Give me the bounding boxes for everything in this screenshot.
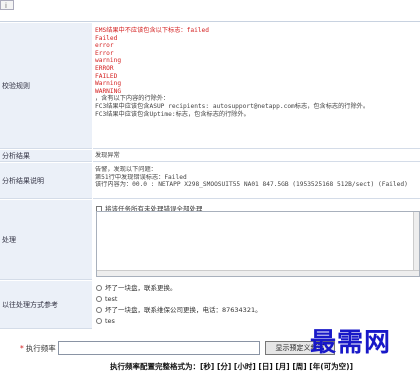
rule-line: EMS结果中不应该包含以下标志：failed xyxy=(95,27,209,34)
reference-option-label: 坏了一块盘，联系维保公司更换，电话：87634321。 xyxy=(105,306,262,314)
frequency-label-text: 执行频率 xyxy=(25,344,56,353)
rule-line: Failed xyxy=(95,34,118,42)
rule-line: ERROR xyxy=(95,64,114,72)
rule-line: Error xyxy=(95,49,114,57)
rule-line: FAILED xyxy=(95,72,118,80)
reference-radio[interactable] xyxy=(96,307,102,313)
detail-content: 告警，发现以下问题： 第51行中发现错误标志：Failed 该行内容为：00.0 :… xyxy=(93,163,420,199)
reference-option[interactable]: 坏了一块盘，联系维保公司更换，电话：87634321。 xyxy=(96,305,262,316)
task-detail-form: i 校验规则 EMS结果中不应该包含以下标志：failed Failed error… xyxy=(0,0,420,372)
textarea-vscroll[interactable] xyxy=(413,212,419,276)
reference-radio[interactable] xyxy=(96,285,102,291)
reference-label: 以往处理方式参考 xyxy=(0,281,92,329)
reference-option[interactable]: tes xyxy=(96,316,262,327)
rule-line: FC3结果中应该包含ASUP recipients: autosupport@n… xyxy=(95,102,370,110)
info-marker-text: i xyxy=(5,2,7,10)
detail-label: 分析结果说明 xyxy=(0,163,92,199)
rule-line: ，含有以下内容的行除外： xyxy=(95,95,170,103)
rule-line: FC3结果中应该包含Uptime:标志，包含标志的行除外。 xyxy=(95,110,250,118)
reference-option[interactable]: 坏了一块盘，联系更换。 xyxy=(96,283,262,294)
rule-line: error xyxy=(95,42,114,50)
site-watermark: 最需网 xyxy=(310,328,392,358)
reference-option-label: 坏了一块盘，联系更换。 xyxy=(105,284,177,292)
rules-label: 校验规则 xyxy=(0,23,92,149)
detail-line: 第51行中发现错误标志：Failed xyxy=(95,173,187,181)
frequency-format-hint: 执行频率配置完整格式为：[秒] [分] [小时] [日] [月] [周] [年(… xyxy=(110,362,354,371)
info-marker: i xyxy=(0,0,14,10)
top-strip: i xyxy=(0,0,420,22)
result-label: 分析结果 xyxy=(0,150,92,162)
required-mark: * xyxy=(20,344,24,353)
textarea-hscroll[interactable] xyxy=(97,270,419,276)
reference-option-label: tes xyxy=(105,317,115,325)
reference-radio[interactable] xyxy=(96,296,102,302)
result-value: 发现异常 xyxy=(93,150,420,162)
handling-label: 处理 xyxy=(0,200,92,280)
reference-option-label: test xyxy=(105,295,118,303)
reference-radio[interactable] xyxy=(96,318,102,324)
reference-options: 坏了一块盘，联系更换。 test 坏了一块盘，联系维保公司更换，电话：8763432… xyxy=(96,283,262,327)
rule-line: warning xyxy=(95,57,122,65)
handling-textarea[interactable] xyxy=(96,211,420,277)
rule-line: Warning xyxy=(95,80,122,88)
detail-line: 告警，发现以下问题： xyxy=(95,166,157,173)
frequency-label: * 执行频率 xyxy=(20,343,56,354)
frequency-input[interactable] xyxy=(58,341,260,355)
detail-line: 该行内容为：00.0 : NETAPP X298_SMOOSUIT55 NA01… xyxy=(95,181,408,189)
rules-content: EMS结果中不应该包含以下标志：failed Failed error Error wa… xyxy=(93,23,420,149)
reference-option[interactable]: test xyxy=(96,294,262,305)
